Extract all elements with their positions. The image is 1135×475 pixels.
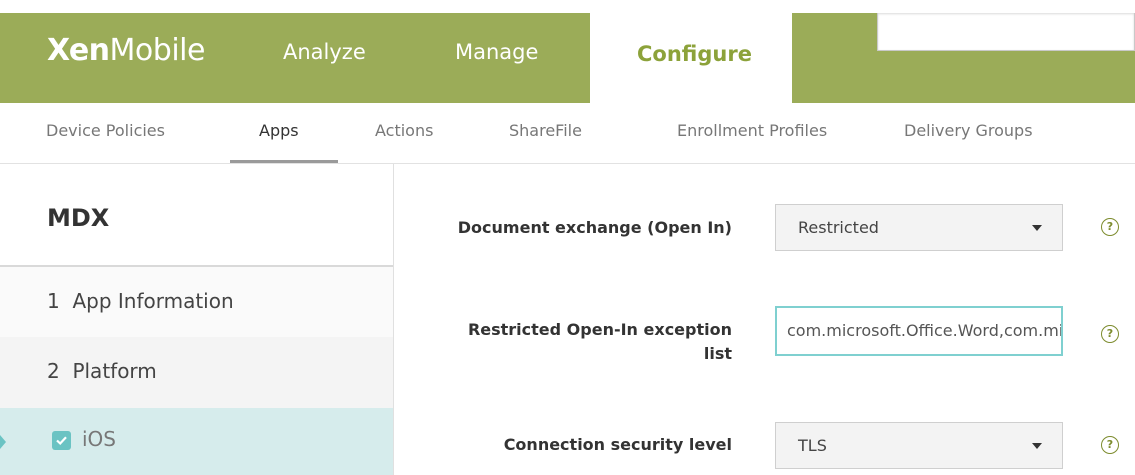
sidebar: MDX 1 App Information 2 Platform iOS xyxy=(0,164,394,475)
sidebar-title-text: MDX xyxy=(47,204,110,232)
exception-list-label: Restricted Open-In exception list xyxy=(402,318,732,366)
doc-exchange-value: Restricted xyxy=(798,218,879,237)
search-input[interactable] xyxy=(877,13,1135,51)
logo-bold: Xen xyxy=(47,33,110,68)
sidebar-item-label: iOS xyxy=(82,427,116,451)
exception-label-line1: Restricted Open-In exception xyxy=(467,320,732,339)
doc-exchange-label: Document exchange (Open In) xyxy=(457,218,732,237)
nav-configure[interactable]: Configure xyxy=(590,13,792,103)
exception-label-line2: list xyxy=(703,344,732,363)
nav-manage[interactable]: Manage xyxy=(455,40,538,64)
tab-sharefile[interactable]: ShareFile xyxy=(509,121,582,140)
connection-security-select[interactable]: TLS xyxy=(775,422,1063,469)
sidebar-item-label: 2 Platform xyxy=(47,359,157,383)
help-circle-icon[interactable]: ? xyxy=(1101,218,1119,236)
sidebar-item-ios[interactable]: iOS xyxy=(0,408,393,475)
tab-enrollment-profiles[interactable]: Enrollment Profiles xyxy=(677,121,827,140)
sub-nav: Device Policies Apps Actions ShareFile E… xyxy=(0,103,1135,164)
tab-apps[interactable]: Apps xyxy=(259,121,299,140)
selected-caret-icon xyxy=(0,435,6,449)
logo-light: Mobile xyxy=(109,33,206,68)
connection-security-value: TLS xyxy=(798,436,827,455)
exception-list-input[interactable]: com.microsoft.Office.Word,com.microsoft.… xyxy=(775,306,1063,356)
tab-device-policies[interactable]: Device Policies xyxy=(46,121,165,140)
sidebar-item-app-information[interactable]: 1 App Information xyxy=(0,267,393,338)
xenmobile-logo[interactable]: XenMobile xyxy=(47,33,205,68)
tab-actions[interactable]: Actions xyxy=(375,121,433,140)
nav-configure-label: Configure xyxy=(637,42,752,66)
sidebar-title: MDX xyxy=(0,164,393,267)
chevron-down-icon xyxy=(1032,225,1042,231)
top-bar: XenMobile Analyze Manage Configure xyxy=(0,0,1135,103)
help-circle-icon[interactable]: ? xyxy=(1101,436,1119,454)
help-circle-icon[interactable]: ? xyxy=(1101,325,1119,343)
doc-exchange-select[interactable]: Restricted xyxy=(775,204,1063,251)
connection-security-label: Connection security level xyxy=(503,435,732,454)
sidebar-item-platform[interactable]: 2 Platform xyxy=(0,337,393,408)
checkbox-checked-icon[interactable] xyxy=(52,431,71,450)
tab-delivery-groups[interactable]: Delivery Groups xyxy=(904,121,1033,140)
active-tab-indicator xyxy=(230,160,338,163)
sidebar-item-label: 1 App Information xyxy=(47,289,234,313)
nav-analyze[interactable]: Analyze xyxy=(283,40,366,64)
chevron-down-icon xyxy=(1032,443,1042,449)
